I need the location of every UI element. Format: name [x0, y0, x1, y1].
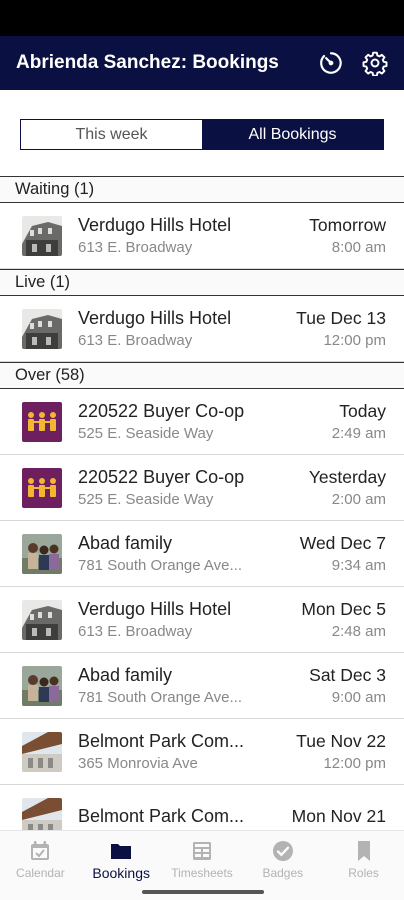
- booking-day: Wed Dec 7: [299, 533, 386, 553]
- booking-address: 365 Monrovia Ave: [78, 755, 198, 772]
- booking-address: 781 South Orange Ave...: [78, 689, 243, 706]
- booking-address: 613 E. Broadway: [78, 623, 193, 640]
- family-photo-thumb: [22, 665, 62, 706]
- page-title: Abrienda Sanchez: Bookings: [16, 52, 279, 73]
- list-item[interactable]: Verdugo Hills Hotel 613 E. Broadway Mon …: [0, 587, 404, 653]
- list-item[interactable]: 220522 Buyer Co-op 525 E. Seaside Way To…: [0, 389, 404, 455]
- booking-time: 2:49 am: [331, 425, 386, 442]
- booking-title: Verdugo Hills Hotel: [78, 599, 232, 619]
- list-item[interactable]: Belmont Park Com... 365 Monrovia Ave Tue…: [0, 719, 404, 785]
- nav-calendar[interactable]: Calendar: [0, 831, 81, 887]
- badge-check-icon: [272, 841, 293, 861]
- booking-title: Abad family: [78, 665, 173, 685]
- bookmark-icon: [357, 841, 370, 861]
- booking-address: 525 E. Seaside Way: [78, 425, 214, 442]
- hotel-building-thumb: [22, 599, 62, 640]
- booking-address: 613 E. Broadway: [78, 332, 193, 349]
- booking-title: Belmont Park Com...: [78, 806, 245, 826]
- list-item[interactable]: Verdugo Hills Hotel 613 E. Broadway Tomo…: [0, 203, 404, 269]
- home-gesture-handle[interactable]: [142, 890, 264, 894]
- nav-label: Calendar: [16, 866, 65, 880]
- booking-title: Verdugo Hills Hotel: [78, 308, 232, 328]
- bottom-nav: Calendar Bookings Timesheets Badges Role…: [0, 830, 404, 887]
- bookings-list[interactable]: Waiting (1) Verdugo Hills Hotel 613 E. B…: [0, 176, 404, 830]
- booking-time: 2:00 am: [331, 491, 386, 508]
- booking-time: 9:34 am: [331, 557, 386, 574]
- gear-icon[interactable]: [360, 48, 390, 78]
- nav-bookings[interactable]: Bookings: [81, 831, 162, 887]
- section-header-live: Live (1): [0, 269, 404, 296]
- hotel-building-thumb: [22, 215, 62, 256]
- nav-label: Roles: [348, 866, 379, 880]
- gesture-bar: [0, 886, 404, 900]
- booking-time: 12:00 pm: [323, 755, 386, 772]
- booking-address: 781 South Orange Ave...: [78, 557, 243, 574]
- booking-address: 613 E. Broadway: [78, 239, 193, 256]
- booking-time: 9:00 am: [331, 689, 386, 706]
- booking-day: Sat Dec 3: [309, 665, 386, 685]
- tab-this-week[interactable]: This week: [21, 120, 202, 149]
- booking-time: 12:00 pm: [323, 332, 386, 349]
- booking-title: Verdugo Hills Hotel: [78, 215, 232, 235]
- timer-icon[interactable]: [316, 48, 346, 78]
- park-building-thumb: [22, 731, 62, 772]
- booking-title: 220522 Buyer Co-op: [78, 401, 245, 421]
- list-item[interactable]: Verdugo Hills Hotel 613 E. Broadway Tue …: [0, 296, 404, 362]
- family-photo-thumb: [22, 533, 62, 574]
- list-item[interactable]: 220522 Buyer Co-op 525 E. Seaside Way Ye…: [0, 455, 404, 521]
- list-item[interactable]: Abad family 781 South Orange Ave... Wed …: [0, 521, 404, 587]
- list-item[interactable]: Abad family 781 South Orange Ave... Sat …: [0, 653, 404, 719]
- booking-day: Mon Nov 21: [291, 806, 386, 826]
- booking-day: Tomorrow: [309, 215, 386, 235]
- booking-time: 8:00 am: [331, 239, 386, 256]
- booking-day: Mon Dec 5: [301, 599, 386, 619]
- booking-day: Tue Dec 13: [296, 308, 386, 328]
- booking-time: 2:48 am: [331, 623, 386, 640]
- section-header-waiting: Waiting (1): [0, 176, 404, 203]
- nav-label: Badges: [262, 866, 304, 880]
- app-header: Abrienda Sanchez: Bookings: [0, 36, 404, 90]
- status-bar: [0, 0, 404, 36]
- booking-address: 525 E. Seaside Way: [78, 491, 214, 508]
- park-building-thumb: [22, 798, 62, 830]
- booking-range-toggle: This week All Bookings: [20, 119, 384, 150]
- folder-icon: [111, 844, 132, 859]
- calendar-icon: [31, 841, 50, 860]
- booking-title: Belmont Park Com...: [78, 731, 245, 751]
- tab-all-bookings[interactable]: All Bookings: [202, 120, 383, 149]
- list-item[interactable]: Belmont Park Com... Mon Nov 21: [0, 785, 404, 830]
- nav-badges[interactable]: Badges: [242, 831, 323, 887]
- booking-day: Today: [339, 401, 386, 421]
- booking-title: Abad family: [78, 533, 173, 553]
- section-header-over: Over (58): [0, 362, 404, 389]
- people-group-thumb: [22, 401, 62, 442]
- timesheet-icon: [192, 842, 211, 860]
- people-group-thumb: [22, 467, 62, 508]
- booking-day: Tue Nov 22: [296, 731, 386, 751]
- hotel-building-thumb: [22, 308, 62, 349]
- nav-label: Bookings: [92, 865, 150, 881]
- booking-title: 220522 Buyer Co-op: [78, 467, 245, 487]
- nav-roles[interactable]: Roles: [323, 831, 404, 887]
- nav-label: Timesheets: [171, 866, 233, 880]
- nav-timesheets[interactable]: Timesheets: [162, 831, 243, 887]
- booking-day: Yesterday: [308, 467, 386, 487]
